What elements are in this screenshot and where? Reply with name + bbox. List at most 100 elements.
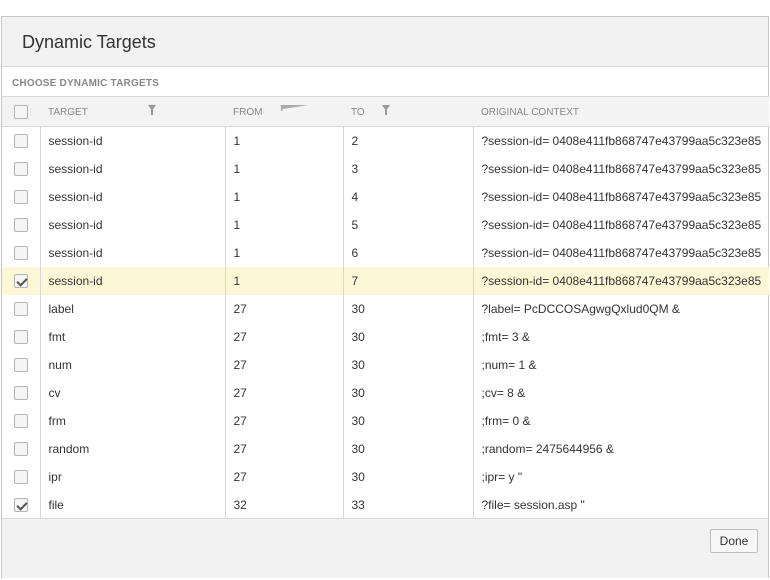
table-row[interactable]: session-id 1 4 ?session-id= 0408e411fb86874… bbox=[2, 183, 769, 211]
table-row[interactable]: random 27 30 ;random= 2475644956 & bbox=[2, 435, 769, 463]
to-cell: 30 bbox=[343, 295, 474, 323]
row-checkbox-cell bbox=[2, 183, 41, 211]
from-cell: 27 bbox=[225, 435, 344, 463]
row-checkbox[interactable] bbox=[13, 414, 28, 429]
to-cell: 33 bbox=[343, 491, 474, 519]
from-header-label: FROM bbox=[233, 107, 263, 118]
dialog-title: Dynamic Targets bbox=[22, 32, 156, 52]
row-checkbox[interactable] bbox=[13, 246, 28, 261]
target-column-header[interactable]: TARGET bbox=[40, 97, 225, 127]
done-button[interactable]: Done bbox=[710, 529, 758, 553]
target-filter-icon[interactable] bbox=[148, 105, 156, 115]
targets-table: TARGET FROM TO ORIGINAL CONTEXT session-… bbox=[2, 97, 769, 519]
row-checkbox[interactable] bbox=[13, 358, 28, 373]
context-cell: ?session-id= 0408e411fb868747e43799aa5c3… bbox=[473, 267, 769, 295]
target-cell: session-id bbox=[40, 211, 226, 239]
row-checkbox[interactable] bbox=[13, 162, 28, 177]
from-cell: 1 bbox=[225, 155, 344, 183]
table-row[interactable]: ipr 27 30 ;ipr= y " bbox=[2, 463, 769, 491]
table-row[interactable]: cv 27 30 ;cv= 8 & bbox=[2, 379, 769, 407]
section-label: CHOOSE DYNAMIC TARGETS bbox=[2, 67, 768, 97]
select-all-header bbox=[2, 97, 40, 127]
to-cell: 30 bbox=[343, 323, 474, 351]
target-cell: session-id bbox=[40, 183, 226, 211]
row-checkbox-cell bbox=[2, 211, 41, 239]
context-cell: ?label= PcDCCOSAgwgQxlud0QM & bbox=[481, 302, 680, 316]
target-cell: file bbox=[40, 491, 226, 519]
from-cell: 27 bbox=[225, 407, 344, 435]
row-checkbox[interactable] bbox=[13, 218, 28, 233]
row-checkbox[interactable] bbox=[13, 442, 28, 457]
target-cell: random bbox=[40, 435, 226, 463]
row-checkbox-cell bbox=[2, 239, 41, 267]
select-all-checkbox[interactable] bbox=[14, 104, 28, 119]
context-cell: ?session-id= 0408e411fb868747e43799aa5c3… bbox=[481, 190, 762, 204]
table-row[interactable]: session-id 1 6 ?session-id= 0408e411fb86874… bbox=[2, 239, 769, 267]
target-header-label: TARGET bbox=[48, 107, 88, 118]
target-cell: session-id bbox=[40, 267, 226, 295]
from-cell: 27 bbox=[225, 463, 344, 491]
context-cell: ?session-id= 0408e411fb868747e43799aa5c3… bbox=[481, 246, 762, 260]
to-header-label: TO bbox=[351, 107, 365, 118]
row-checkbox[interactable] bbox=[13, 470, 28, 485]
context-cell: ;frm= 0 & bbox=[481, 414, 531, 428]
to-filter-icon[interactable] bbox=[382, 105, 390, 115]
context-cell: ?file= session.asp " bbox=[481, 498, 585, 512]
from-cell: 1 bbox=[225, 239, 344, 267]
dynamic-targets-dialog: Dynamic Targets CHOOSE DYNAMIC TARGETS T… bbox=[1, 16, 769, 578]
context-cell: ;num= 1 & bbox=[481, 358, 537, 372]
target-cell: cv bbox=[40, 379, 226, 407]
table-row[interactable]: session-id 1 7 ?session-id= 0408e411fb86874… bbox=[2, 267, 769, 295]
context-cell: ;cv= 8 & bbox=[481, 386, 526, 400]
from-column-header[interactable]: FROM bbox=[225, 97, 343, 127]
row-checkbox[interactable] bbox=[13, 302, 28, 317]
to-cell: 2 bbox=[343, 126, 474, 155]
table-row[interactable]: session-id 1 2 ?session-id= 0408e411fb86874… bbox=[2, 126, 769, 155]
from-cell: 1 bbox=[225, 183, 344, 211]
table-row[interactable]: num 27 30 ;num= 1 & bbox=[2, 351, 769, 379]
table-row[interactable]: session-id 1 3 ?session-id= 0408e411fb86874… bbox=[2, 155, 769, 183]
context-cell: ;ipr= y " bbox=[481, 470, 523, 484]
to-cell: 5 bbox=[343, 211, 474, 239]
to-cell: 7 bbox=[343, 267, 474, 295]
from-cell: 27 bbox=[225, 295, 344, 323]
context-cell: ?session-id= 0408e411fb868747e43799aa5c3… bbox=[481, 134, 762, 148]
row-checkbox-cell bbox=[2, 491, 41, 519]
context-cell: ;fmt= 3 & bbox=[481, 330, 530, 344]
row-checkbox-cell bbox=[2, 126, 41, 155]
from-cell: 32 bbox=[225, 491, 344, 519]
to-cell: 30 bbox=[343, 435, 474, 463]
to-column-header[interactable]: TO bbox=[343, 97, 473, 127]
targets-section: CHOOSE DYNAMIC TARGETS TARGET FROM TO OR… bbox=[2, 67, 769, 519]
table-row[interactable]: label 27 30 ?label= PcDCCOSAgwgQxlud0QM & bbox=[2, 295, 769, 323]
to-cell: 4 bbox=[343, 183, 474, 211]
row-checkbox-checked[interactable] bbox=[13, 498, 28, 513]
context-column-header[interactable]: ORIGINAL CONTEXT bbox=[473, 97, 769, 127]
context-cell: ?session-id= 0408e411fb868747e43799aa5c3… bbox=[481, 218, 762, 232]
row-checkbox-cell bbox=[2, 463, 41, 491]
target-cell: session-id bbox=[40, 155, 226, 183]
target-cell: label bbox=[40, 295, 226, 323]
table-row[interactable]: fmt 27 30 ;fmt= 3 & bbox=[2, 323, 769, 351]
row-checkbox-cell bbox=[2, 295, 41, 323]
from-cell: 1 bbox=[225, 267, 344, 295]
sort-descending-icon[interactable] bbox=[280, 105, 308, 111]
target-cell: frm bbox=[40, 407, 226, 435]
target-cell: ipr bbox=[40, 463, 226, 491]
row-checkbox[interactable] bbox=[13, 190, 28, 205]
table-row[interactable]: session-id 1 5 ?session-id= 0408e411fb86874… bbox=[2, 211, 769, 239]
row-checkbox[interactable] bbox=[13, 134, 28, 149]
row-checkbox[interactable] bbox=[13, 386, 28, 401]
to-cell: 6 bbox=[343, 239, 474, 267]
context-cell: ;random= 2475644956 & bbox=[481, 442, 614, 456]
table-header-row: TARGET FROM TO ORIGINAL CONTEXT bbox=[2, 97, 769, 127]
to-cell: 30 bbox=[343, 351, 474, 379]
row-checkbox-cell bbox=[2, 155, 41, 183]
row-checkbox-checked[interactable] bbox=[13, 274, 28, 289]
row-checkbox-cell bbox=[2, 407, 41, 435]
table-row[interactable]: frm 27 30 ;frm= 0 & bbox=[2, 407, 769, 435]
table-row[interactable]: file 32 33 ?file= session.asp " bbox=[2, 491, 769, 519]
to-cell: 30 bbox=[343, 407, 474, 435]
row-checkbox[interactable] bbox=[13, 330, 28, 345]
to-cell: 3 bbox=[343, 155, 474, 183]
